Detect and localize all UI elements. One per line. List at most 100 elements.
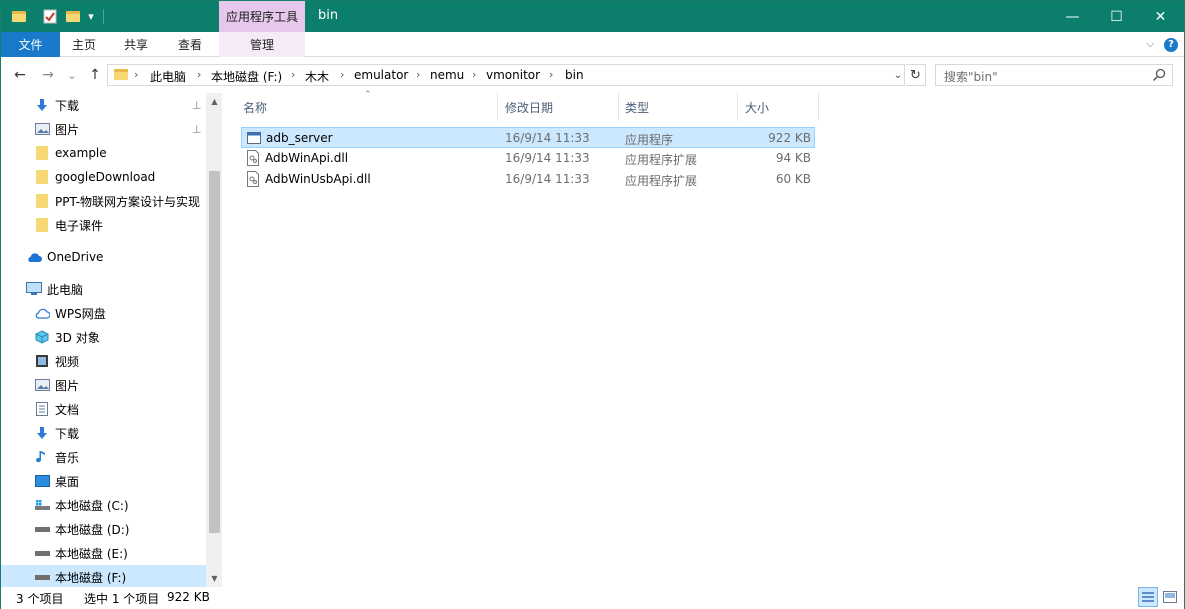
- close-button[interactable]: ✕: [1138, 1, 1183, 32]
- pin-icon[interactable]: ⊥: [192, 123, 202, 136]
- sidebar-item-label: PPT-物联网方案设计与实现: [55, 194, 201, 209]
- recent-locations-icon[interactable]: ⌄: [65, 66, 79, 84]
- pictures-icon: [34, 121, 50, 137]
- navigation-bar: ← → ⌄ ↑ › 此电脑 › 本地磁盘 (F:) › 木木 › emulato…: [1, 58, 1184, 92]
- sidebar-item-label: 本地磁盘 (C:): [55, 498, 129, 513]
- exe-icon: [247, 132, 261, 144]
- pin-icon[interactable]: ⊥: [192, 99, 202, 112]
- help-icon[interactable]: ?: [1164, 38, 1178, 52]
- breadcrumb-this-pc[interactable]: 此电脑: [150, 68, 186, 85]
- sidebar-item-onedrive[interactable]: OneDrive: [1, 245, 206, 269]
- sidebar-item-music[interactable]: 音乐: [1, 445, 206, 469]
- sidebar-item-drive-e[interactable]: 本地磁盘 (E:): [1, 541, 206, 565]
- file-type: 应用程序扩展: [625, 153, 698, 167]
- breadcrumb-separator[interactable]: ›: [134, 68, 138, 81]
- sidebar-item-desktop[interactable]: 桌面: [1, 469, 206, 493]
- address-dropdown-icon[interactable]: ⌄: [890, 64, 906, 86]
- drive-icon: [34, 545, 50, 561]
- tab-home[interactable]: 主页: [60, 32, 108, 57]
- column-header-label: 名称: [243, 100, 268, 115]
- sidebar-item-label: 图片: [55, 122, 80, 137]
- sidebar-item-example[interactable]: example: [1, 141, 206, 165]
- sidebar-item-drive-c[interactable]: 本地磁盘 (C:): [1, 493, 206, 517]
- breadcrumb-emulator[interactable]: emulator: [354, 68, 408, 82]
- sidebar-item-ppt[interactable]: PPT-物联网方案设计与实现: [1, 189, 206, 213]
- breadcrumb-separator[interactable]: ›: [416, 68, 420, 81]
- sidebar-item-label: 音乐: [55, 450, 80, 465]
- maximize-button[interactable]: ☐: [1094, 1, 1139, 32]
- sidebar-item-wps-drive[interactable]: WPS网盘: [1, 301, 206, 325]
- breadcrumb-separator[interactable]: ›: [340, 68, 344, 81]
- expand-ribbon-icon[interactable]: ⌵: [1146, 37, 1154, 51]
- new-folder-icon[interactable]: [65, 7, 81, 25]
- folder-icon: [34, 169, 50, 185]
- sidebar-item-pictures[interactable]: 图片: [1, 373, 206, 397]
- address-bar[interactable]: › 此电脑 › 本地磁盘 (F:) › 木木 › emulator › nemu…: [107, 64, 905, 86]
- download-arrow-icon: [34, 97, 50, 113]
- tab-view[interactable]: 查看: [166, 32, 214, 57]
- sidebar-item-this-pc[interactable]: 此电脑: [1, 277, 206, 301]
- up-button[interactable]: ↑: [86, 66, 104, 84]
- search-icon[interactable]: [1152, 68, 1166, 82]
- breadcrumb-separator[interactable]: ›: [197, 68, 201, 81]
- file-row[interactable]: adb_server 16/9/14 11:33 应用程序 922 KB: [241, 127, 815, 148]
- status-bar: 3 个项目 选中 1 个项目 922 KB: [1, 587, 1184, 609]
- breadcrumb-mumu[interactable]: 木木: [305, 68, 329, 85]
- sidebar-item-videos[interactable]: 视频: [1, 349, 206, 373]
- dll-icon: [247, 150, 259, 166]
- breadcrumb-nemu[interactable]: nemu: [430, 68, 464, 82]
- scrollbar-thumb[interactable]: [209, 171, 220, 533]
- document-icon: [34, 401, 50, 417]
- file-row[interactable]: AdbWinApi.dll 16/9/14 11:33 应用程序扩展 94 KB: [241, 148, 815, 169]
- file-size: 94 KB: [775, 151, 811, 165]
- minimize-button[interactable]: —: [1050, 1, 1095, 32]
- sidebar-scrollbar[interactable]: ▲ ▼: [206, 93, 222, 587]
- tab-file[interactable]: 文件: [1, 32, 60, 57]
- context-tab-app-tools[interactable]: 应用程序工具: [219, 1, 305, 32]
- sidebar-item-downloads[interactable]: 下载: [1, 421, 206, 445]
- large-icons-view-icon: [1163, 591, 1177, 603]
- sidebar-item-drive-f[interactable]: 本地磁盘 (F:): [1, 565, 206, 587]
- details-view-icon: [1142, 592, 1154, 602]
- column-header-size[interactable]: 大小: [738, 93, 819, 121]
- back-button[interactable]: ←: [11, 66, 29, 84]
- scroll-up-icon[interactable]: ▲: [206, 93, 222, 110]
- folder-icon[interactable]: [11, 7, 27, 25]
- search-input[interactable]: 搜索"bin": [935, 64, 1173, 86]
- properties-icon[interactable]: [41, 7, 59, 25]
- refresh-button[interactable]: ↻: [906, 64, 926, 86]
- column-header-type[interactable]: 类型: [619, 93, 738, 121]
- breadcrumb-separator[interactable]: ›: [291, 68, 295, 81]
- breadcrumb-drive-f[interactable]: 本地磁盘 (F:): [211, 68, 282, 85]
- cloud-icon: [26, 249, 42, 265]
- file-size: 60 KB: [775, 172, 811, 186]
- file-row[interactable]: AdbWinUsbApi.dll 16/9/14 11:33 应用程序扩展 60…: [241, 169, 815, 190]
- music-note-icon: [34, 449, 50, 465]
- details-view-button[interactable]: [1138, 587, 1158, 607]
- large-icons-view-button[interactable]: [1160, 587, 1180, 607]
- sidebar-item-documents[interactable]: 文档: [1, 397, 206, 421]
- file-date: 16/9/14 11:33: [505, 131, 590, 145]
- sidebar-item-drive-d[interactable]: 本地磁盘 (D:): [1, 517, 206, 541]
- sidebar-item-3d-objects[interactable]: 3D 对象: [1, 325, 206, 349]
- forward-button[interactable]: →: [39, 66, 57, 84]
- sidebar-item-downloads-pinned[interactable]: 下载 ⊥: [1, 93, 206, 117]
- sidebar-item-googledownload[interactable]: googleDownload: [1, 165, 206, 189]
- column-header-date[interactable]: 修改日期: [498, 93, 619, 121]
- column-header-name[interactable]: 名称 ⌃: [233, 90, 498, 121]
- breadcrumb-separator[interactable]: ›: [472, 68, 476, 81]
- explorer-window: ▾ 应用程序工具 bin — ☐ ✕ 文件 主页 共享 查看 管理 ⌵ ? ← …: [0, 0, 1185, 609]
- tab-share[interactable]: 共享: [112, 32, 160, 57]
- customize-toolbar-dropdown[interactable]: ▾: [85, 7, 97, 25]
- breadcrumb-bin[interactable]: bin: [565, 68, 584, 82]
- sidebar-item-courseware[interactable]: 电子课件: [1, 213, 206, 237]
- scroll-down-icon[interactable]: ▼: [206, 570, 222, 587]
- sidebar-item-label: WPS网盘: [55, 306, 106, 321]
- sidebar-item-pictures-pinned[interactable]: 图片 ⊥: [1, 117, 206, 141]
- download-arrow-icon: [34, 425, 50, 441]
- tab-manage[interactable]: 管理: [219, 32, 305, 57]
- breadcrumb-vmonitor[interactable]: vmonitor: [486, 68, 540, 82]
- file-date: 16/9/14 11:33: [505, 172, 590, 186]
- breadcrumb-separator[interactable]: ›: [549, 68, 553, 81]
- folder-icon: [34, 193, 50, 209]
